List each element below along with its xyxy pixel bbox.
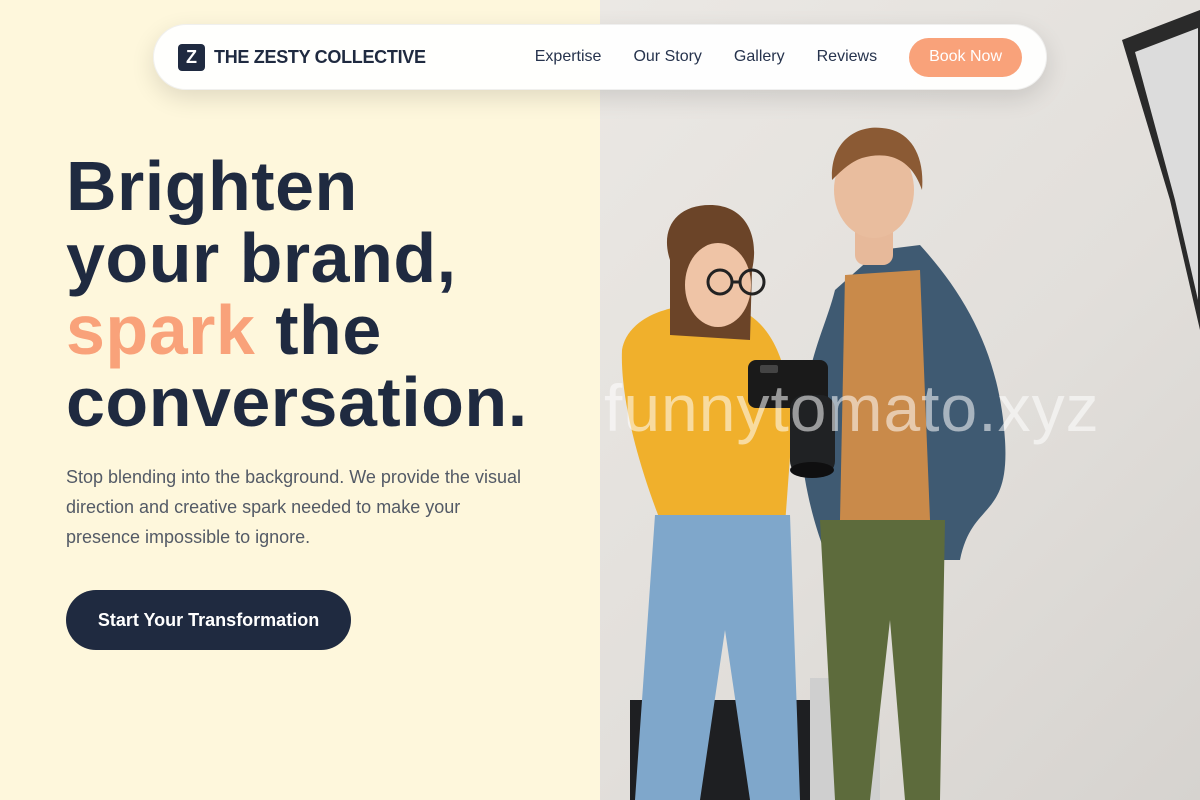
headline-accent-word: spark xyxy=(66,291,256,369)
brand-name: THE ZESTY COLLECTIVE xyxy=(214,46,426,67)
logo-mark-icon: Z xyxy=(178,43,205,71)
headline-line-1: Brighten xyxy=(66,147,358,225)
hero-description: Stop blending into the background. We pr… xyxy=(66,467,521,547)
headline-line-4: conversation. xyxy=(66,363,528,441)
book-now-button[interactable]: Book Now xyxy=(909,37,1022,77)
navbar: Z THE ZESTY COLLECTIVE Expertise Our Sto… xyxy=(153,24,1047,90)
headline-line-3-rest: the xyxy=(255,291,382,369)
photo-illustration xyxy=(621,10,1200,800)
start-transformation-button[interactable]: Start Your Transformation xyxy=(66,590,351,650)
brand-logo[interactable]: Z THE ZESTY COLLECTIVE xyxy=(178,43,426,71)
woman-figure xyxy=(621,205,800,800)
hero-photo xyxy=(600,0,1200,800)
hero-headline: Brighten your brand, spark the conversat… xyxy=(66,150,528,438)
nav-link-gallery[interactable]: Gallery xyxy=(734,48,785,66)
nav-link-reviews[interactable]: Reviews xyxy=(817,48,877,66)
nav-links: Expertise Our Story Gallery Reviews Book… xyxy=(503,37,1022,77)
headline-line-2: your brand, xyxy=(66,219,457,297)
nav-link-expertise[interactable]: Expertise xyxy=(535,48,602,66)
nav-link-our-story[interactable]: Our Story xyxy=(633,48,701,66)
